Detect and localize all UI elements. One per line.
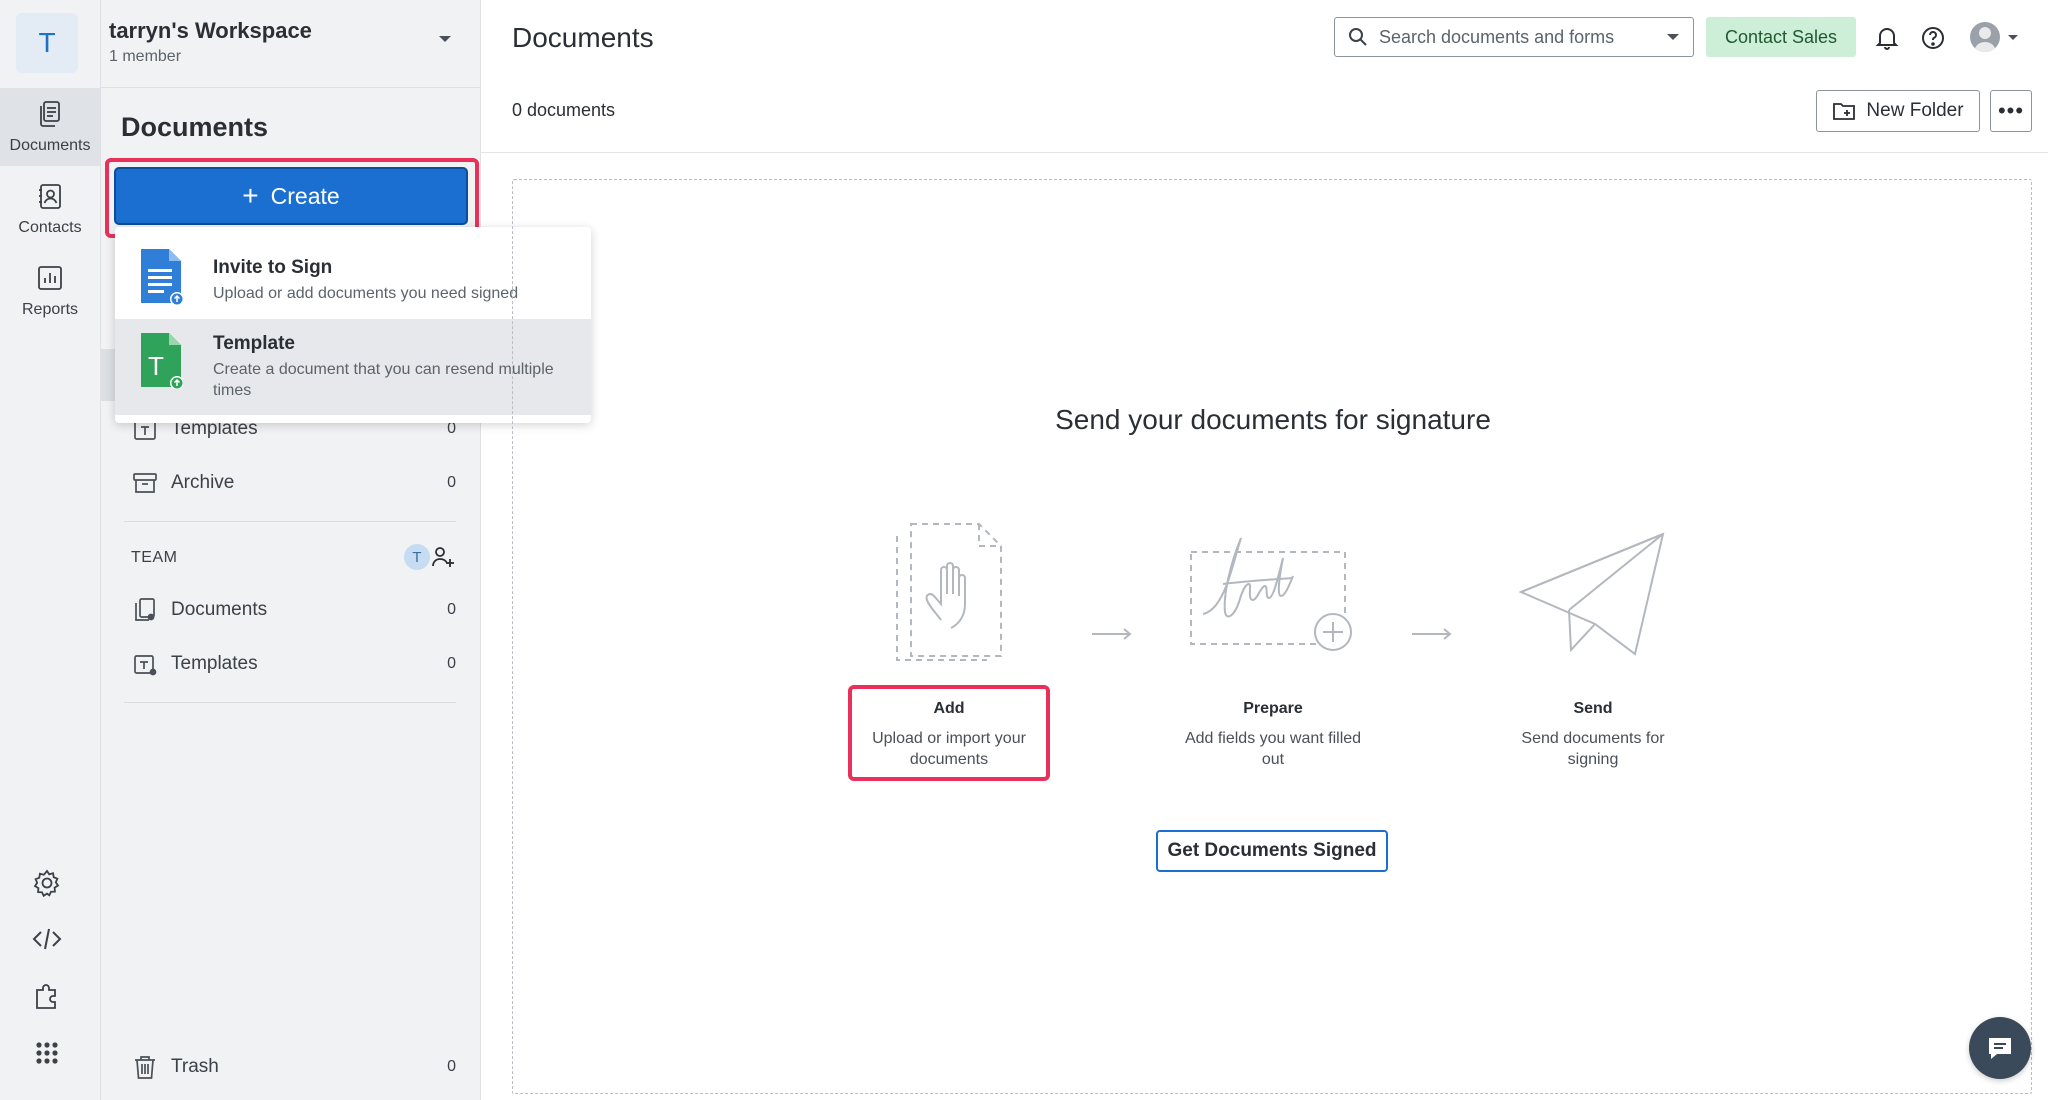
apps-grid-icon[interactable] xyxy=(30,1036,64,1070)
step-send-description: Send documents for signing xyxy=(1521,730,1665,768)
more-options-button[interactable]: ••• xyxy=(1990,90,2032,132)
contacts-icon xyxy=(39,184,61,209)
chevron-down-icon[interactable] xyxy=(1667,34,1679,40)
team-documents-icon xyxy=(135,598,155,621)
add-step-highlight-ring xyxy=(848,685,1050,781)
menu-item-title: Invite to Sign xyxy=(213,257,333,278)
search-placeholder: Search documents and forms xyxy=(1379,26,1615,47)
puzzle-icon[interactable] xyxy=(30,979,64,1013)
contact-sales-button[interactable]: Contact Sales xyxy=(1706,17,1856,57)
team-templates-icon xyxy=(134,655,157,676)
rail-label-contacts: Contacts xyxy=(18,219,82,236)
arrow-right-icon xyxy=(1092,628,1132,640)
item-count: 0 xyxy=(447,601,456,618)
get-documents-signed-button[interactable]: Get Documents Signed xyxy=(1156,830,1388,872)
item-count: 0 xyxy=(447,474,456,491)
sidebar-item-label: Trash xyxy=(171,1056,219,1077)
arrow-right-icon xyxy=(1412,628,1452,640)
signature-field-icon xyxy=(1190,537,1352,651)
page-title: Documents xyxy=(512,22,654,53)
paper-plane-icon xyxy=(1518,532,1665,656)
app-rail: T Documents Contacts Reports xyxy=(0,0,101,1100)
help-icon[interactable] xyxy=(1920,25,1946,51)
folder-plus-icon xyxy=(1833,103,1856,120)
rail-item-documents[interactable]: Documents xyxy=(0,88,100,166)
blue-document-upload-icon xyxy=(141,249,183,305)
divider xyxy=(481,152,2048,153)
sidebar-item-label: Templates xyxy=(171,653,258,674)
team-section-label: TEAM xyxy=(131,549,178,566)
sidebar-item-label: Documents xyxy=(171,599,268,620)
svg-text:T: T xyxy=(148,351,164,381)
new-folder-button[interactable]: New Folder xyxy=(1816,90,1980,132)
create-button-label: Create xyxy=(270,182,340,209)
new-folder-label: New Folder xyxy=(1866,100,1964,121)
empty-state-heading: Send your documents for signature xyxy=(1055,404,1491,435)
workspace-name: tarryn's Workspace xyxy=(109,18,312,43)
workspace-avatar[interactable]: T xyxy=(16,13,78,73)
item-count: 0 xyxy=(447,1058,456,1075)
empty-state-drop-zone[interactable]: Send your documents for signature Add Up… xyxy=(512,179,2032,1094)
search-icon xyxy=(1349,28,1367,46)
divider xyxy=(124,702,456,703)
search-input[interactable]: Search documents and forms xyxy=(1334,17,1694,57)
code-icon[interactable] xyxy=(30,922,64,956)
add-member-icon[interactable] xyxy=(430,544,456,570)
menu-item-title: Template xyxy=(213,333,296,354)
sidebar-item-team-documents[interactable]: Documents 0 xyxy=(131,590,456,630)
divider xyxy=(124,521,456,522)
step-prepare-title: Prepare xyxy=(1243,700,1303,717)
document-count: 0 documents xyxy=(512,100,616,120)
user-avatar[interactable] xyxy=(1970,22,2000,52)
plus-icon: + xyxy=(242,180,259,211)
sidebar-item-team-templates[interactable]: Templates 0 xyxy=(131,644,456,684)
item-count: 0 xyxy=(447,655,456,672)
reports-icon xyxy=(38,266,62,290)
workspace-members: 1 member xyxy=(109,48,182,65)
chat-support-button[interactable] xyxy=(1969,1017,2031,1079)
team-member-avatar[interactable]: T xyxy=(404,544,430,570)
step-prepare-description: Add fields you want filled out xyxy=(1184,730,1362,768)
chevron-down-icon xyxy=(439,36,451,42)
bell-icon[interactable] xyxy=(1874,25,1900,51)
chevron-down-icon[interactable] xyxy=(2008,35,2018,40)
trash-icon xyxy=(135,1056,155,1079)
workspace-switcher[interactable]: tarryn's Workspace 1 member xyxy=(101,0,481,88)
documents-icon xyxy=(40,101,60,127)
sidebar-item-trash[interactable]: Trash 0 xyxy=(131,1047,456,1087)
rail-item-reports[interactable]: Reports xyxy=(0,252,100,330)
rail-label-documents: Documents xyxy=(9,137,91,154)
chat-icon xyxy=(1989,1038,2011,1059)
rail-item-contacts[interactable]: Contacts xyxy=(0,170,100,248)
user-silhouette-icon xyxy=(1974,27,1996,52)
upload-hand-icon xyxy=(896,523,1002,661)
sidebar-title: Documents xyxy=(121,112,269,142)
sidebar-item-archive[interactable]: Archive 0 xyxy=(131,463,456,503)
sidebar-item-label: Archive xyxy=(171,472,235,493)
rail-label-reports: Reports xyxy=(21,301,79,318)
settings-gear-icon[interactable] xyxy=(30,866,64,900)
archive-icon xyxy=(133,473,157,493)
green-template-icon: T xyxy=(141,333,183,389)
step-send-title: Send xyxy=(1573,700,1613,717)
create-button[interactable]: + Create xyxy=(114,167,468,225)
